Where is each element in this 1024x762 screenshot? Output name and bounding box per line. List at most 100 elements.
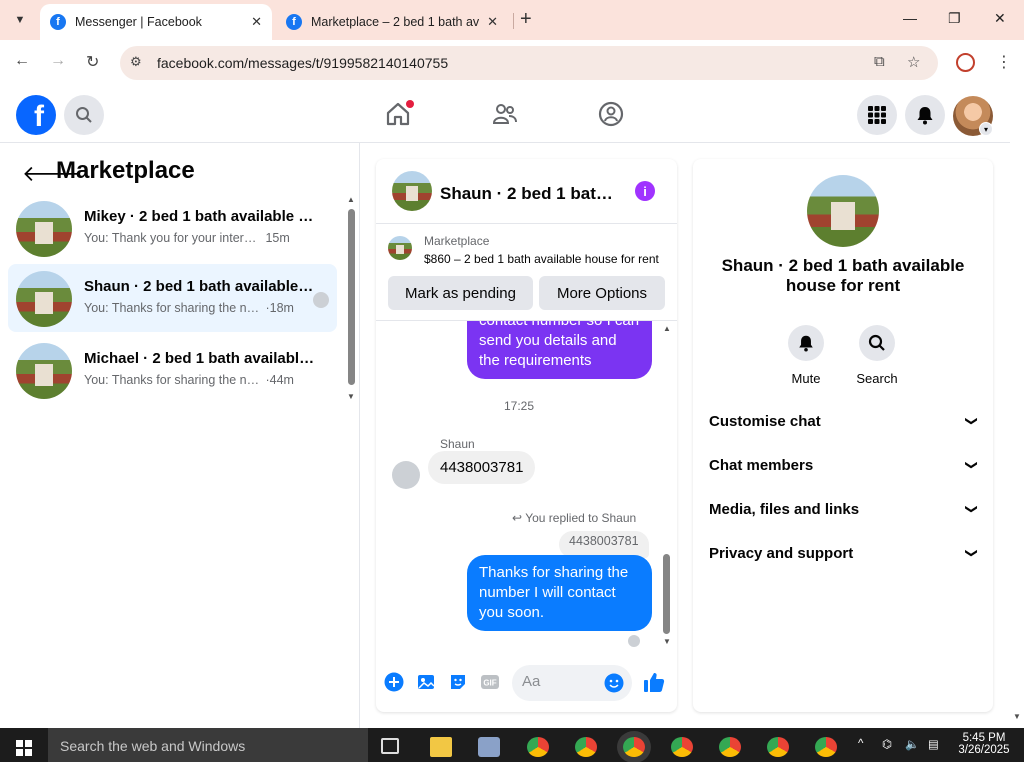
message-input-container[interactable] (512, 665, 632, 701)
attach-photo-button[interactable] (415, 671, 437, 693)
chevron-down-icon: ❯ (964, 459, 979, 471)
close-window-button[interactable]: ✕ (994, 10, 1006, 27)
network-icon[interactable]: ⌬ (882, 737, 892, 751)
facebook-search-button[interactable] (64, 95, 104, 135)
site-settings-icon[interactable]: ⚙ (130, 54, 142, 70)
thumbs-up-icon (644, 673, 665, 692)
chat-listing-avatar[interactable] (392, 171, 432, 211)
back-button[interactable]: ← (14, 52, 30, 70)
tab-title: Messenger | Facebook (75, 15, 202, 29)
message-input[interactable] (522, 673, 602, 690)
listing-thumbnail (16, 271, 72, 327)
info-icon[interactable]: i (635, 181, 655, 201)
windows-start-icon[interactable] (16, 740, 32, 756)
scroll-up-arrow-icon[interactable]: ▲ (347, 195, 355, 204)
task-view-icon[interactable] (381, 738, 399, 754)
minimize-button[interactable]: — (903, 10, 917, 26)
reload-button[interactable]: ↻ (86, 52, 99, 72)
chat-title[interactable]: Shaun · 2 bed 1 bath available house for… (440, 184, 620, 204)
chrome-active-icon[interactable] (623, 737, 645, 757)
customise-chat-section[interactable]: Customise chat ❯ (701, 401, 985, 441)
conversation-time: ·44m (265, 373, 294, 387)
menu-button[interactable] (857, 95, 897, 135)
tab-messenger[interactable]: f Messenger | Facebook ✕ (40, 4, 272, 40)
groups-icon[interactable] (597, 100, 625, 128)
close-tab-icon[interactable]: ✕ (251, 14, 262, 30)
conversation-item-shaun[interactable]: Shaun · 2 bed 1 bath available house for… (8, 264, 337, 332)
like-button[interactable] (643, 671, 665, 693)
url-text[interactable]: facebook.com/messages/t/9199582140140755 (157, 55, 448, 71)
install-app-icon[interactable]: ⧉ (874, 53, 885, 70)
chat-header: Shaun · 2 bed 1 bath available house for… (376, 159, 677, 224)
tab-marketplace[interactable]: f Marketplace – 2 bed 1 bath available ✕ (276, 4, 508, 40)
chrome-icon[interactable] (527, 737, 549, 757)
conversation-item-mikey[interactable]: Mikey · 2 bed 1 bath available house for… (8, 194, 337, 262)
chevron-down-icon[interactable]: ▾ (979, 122, 993, 136)
address-bar[interactable]: ⚙ facebook.com/messages/t/91995821401407… (120, 46, 938, 80)
new-tab-button[interactable]: + (520, 8, 532, 31)
chrome-profile-icon[interactable] (815, 737, 837, 757)
page-title: Marketplace (56, 157, 195, 184)
file-explorer-icon[interactable] (430, 737, 452, 757)
message-scrollbar[interactable] (663, 554, 670, 634)
browser-profile-icon[interactable] (956, 53, 975, 72)
emoji-icon (604, 673, 624, 693)
snipping-tool-icon[interactable] (478, 737, 500, 757)
taskbar-search-box[interactable]: Search the web and Windows (48, 728, 368, 762)
mute-button[interactable]: Mute (776, 325, 836, 386)
plus-circle-icon (384, 672, 404, 692)
bookmark-star-icon[interactable]: ☆ (907, 53, 920, 71)
listing-title[interactable]: $860 – 2 bed 1 bath available house for … (424, 252, 666, 266)
facebook-favicon-icon: f (286, 14, 302, 30)
maximize-button[interactable]: ❐ (948, 10, 961, 27)
message-thread: contact number so I can send you details… (376, 321, 677, 651)
sticker-button[interactable] (447, 671, 469, 693)
browser-menu-icon[interactable]: ⋮ (996, 52, 1012, 72)
gif-icon: GIF (481, 675, 499, 689)
close-tab-icon[interactable]: ✕ (487, 14, 498, 30)
volume-icon[interactable]: 🔈 (905, 737, 919, 751)
chrome-profile-icon[interactable] (671, 737, 693, 757)
scroll-up-arrow-icon[interactable]: ▲ (663, 324, 671, 333)
more-actions-button[interactable] (383, 671, 405, 693)
chrome-profile-icon[interactable] (767, 737, 789, 757)
conversation-item-michael[interactable]: Michael · 2 bed 1 bath available house f… (8, 336, 337, 404)
message-composer: GIF (376, 659, 677, 711)
tab-search-menu-icon[interactable]: ▼ (8, 8, 32, 32)
conversation-preview: You: Thanks for sharing the number I wil… (84, 373, 262, 387)
friends-icon[interactable] (491, 100, 519, 128)
chrome-profile-icon[interactable] (575, 737, 597, 757)
marketplace-chat-list: 🡐 Marketplace Mikey · 2 bed 1 bath avail… (0, 143, 360, 728)
browser-tab-strip: ▼ f Messenger | Facebook ✕ f Marketplace… (0, 0, 1024, 40)
clock-time: 5:45 PM (962, 732, 1006, 744)
chevron-down-icon: ❯ (964, 547, 979, 559)
emoji-button[interactable] (604, 673, 624, 698)
search-icon (76, 107, 92, 123)
action-center-icon[interactable]: ▤ (928, 737, 939, 751)
chat-list-scrollbar[interactable] (348, 209, 355, 385)
listing-thumbnail[interactable] (388, 236, 412, 260)
facebook-logo[interactable]: f (16, 95, 56, 135)
scroll-down-arrow-icon[interactable]: ▼ (347, 392, 355, 401)
clock[interactable]: 5:45 PM 3/26/2025 (954, 732, 1014, 756)
scroll-down-arrow-icon[interactable]: ▼ (663, 637, 671, 646)
chevron-down-icon: ❯ (964, 415, 979, 427)
windows-taskbar: Search the web and Windows ^ ⌬ 🔈 ▤ 5:45 … (0, 728, 1024, 762)
mark-as-pending-button[interactable]: Mark as pending (388, 276, 533, 310)
more-options-button[interactable]: More Options (539, 276, 665, 310)
media-files-links-section[interactable]: Media, files and links ❯ (701, 489, 985, 529)
quoted-message: 4438003781 (559, 531, 649, 558)
privacy-support-section[interactable]: Privacy and support ❯ (701, 533, 985, 573)
tray-chevron-up-icon[interactable]: ^ (858, 738, 863, 750)
tab-separator (513, 13, 514, 29)
chat-members-section[interactable]: Chat members ❯ (701, 445, 985, 485)
notifications-button[interactable] (905, 95, 945, 135)
page-scrollbar[interactable]: ▼ (1010, 86, 1024, 728)
gif-button[interactable]: GIF (479, 671, 501, 693)
sender-avatar[interactable] (392, 461, 420, 489)
chrome-profile-icon[interactable] (719, 737, 741, 757)
forward-button[interactable]: → (50, 52, 66, 70)
scroll-down-arrow-icon[interactable]: ▼ (1013, 712, 1021, 721)
browser-toolbar: ← → ↻ ⚙ facebook.com/messages/t/91995821… (0, 40, 1024, 86)
search-conversation-button[interactable]: Search (847, 325, 907, 386)
